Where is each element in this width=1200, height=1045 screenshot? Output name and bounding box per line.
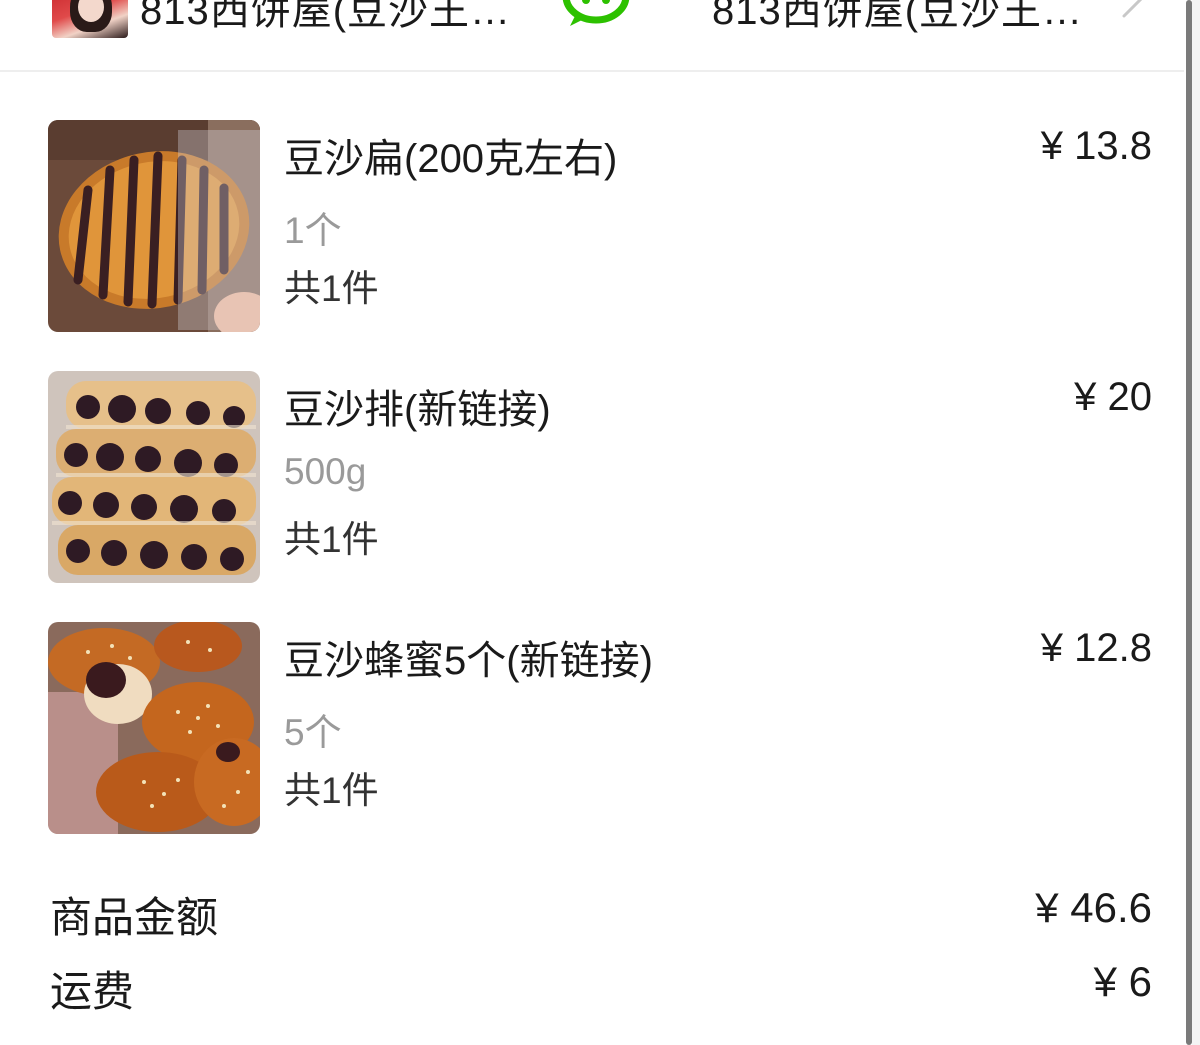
product-image-red-bean-flat-pastry[interactable] (48, 120, 260, 332)
item-title: 豆沙扁(200克左右) (284, 137, 618, 181)
goods-amount-value: ¥ 46.6 (1035, 884, 1152, 931)
product-image-red-bean-bread-rolls[interactable] (48, 371, 260, 583)
shop-header[interactable]: 813西饼屋(豆沙王… 813西饼屋(豆沙王… (0, 0, 1184, 72)
product-image-honey-red-bean-buns[interactable] (48, 622, 260, 834)
item-title: 豆沙蜂蜜5个(新链接) (284, 639, 653, 683)
red-bean-flat-pastry-image (48, 120, 260, 332)
item-quantity: 共1件 (284, 770, 379, 811)
wechat-icon[interactable] (562, 0, 630, 28)
item-price: ¥ 20 (1074, 375, 1152, 419)
shop-name-left[interactable]: 813西饼屋(豆沙王… (140, 0, 511, 36)
shop-name-right[interactable]: 813西饼屋(豆沙王… (712, 0, 1083, 36)
item-spec: 500g (284, 451, 367, 492)
goods-amount-label: 商品金额 (50, 894, 219, 941)
item-spec: 1个 (284, 210, 342, 251)
shipping-fee-value: ¥ 6 (1093, 958, 1152, 1005)
goods-amount-row: 商品金额 ¥ 46.6 (50, 884, 1152, 944)
item-spec: 5个 (284, 712, 342, 753)
order-item-1[interactable]: 豆沙扁(200克左右) 1个 共1件 ¥ 13.8 (48, 120, 1152, 332)
shop-avatar[interactable] (52, 0, 128, 38)
order-detail-page: 813西饼屋(豆沙王… 813西饼屋(豆沙王… 豆沙扁(200克左右) 1个 共… (0, 0, 1200, 1045)
item-quantity: 共1件 (284, 519, 379, 560)
item-quantity: 共1件 (284, 268, 379, 309)
scroll-gutter (1192, 0, 1200, 1045)
order-item-3[interactable]: 豆沙蜂蜜5个(新链接) 5个 共1件 ¥ 12.8 (48, 622, 1152, 834)
item-price: ¥ 13.8 (1040, 124, 1152, 168)
shipping-fee-row: 运费 ¥ 6 (50, 958, 1152, 1018)
order-item-2[interactable]: 豆沙排(新链接) 500g 共1件 ¥ 20 (48, 371, 1152, 583)
red-bean-bread-rolls-image (48, 371, 260, 583)
shipping-fee-label: 运费 (50, 968, 135, 1015)
chevron-right-icon[interactable] (1118, 0, 1152, 20)
scrollbar[interactable] (1186, 0, 1192, 1045)
item-title: 豆沙排(新链接) (284, 388, 551, 432)
item-price: ¥ 12.8 (1040, 626, 1152, 670)
honey-red-bean-buns-image (48, 622, 260, 834)
